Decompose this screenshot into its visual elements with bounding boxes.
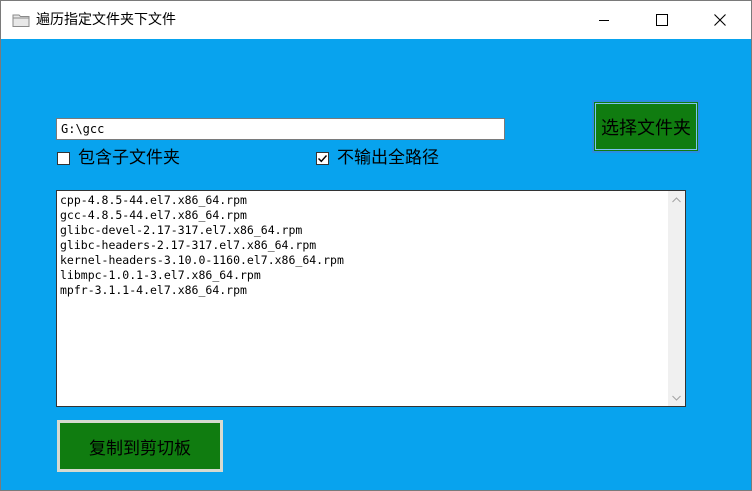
title-bar[interactable]: 遍历指定文件夹下文件 (1, 1, 751, 39)
list-item[interactable]: mpfr-3.1.1-4.el7.x86_64.rpm (60, 283, 660, 298)
checkbox-unchecked[interactable] (57, 151, 70, 165)
list-item[interactable]: glibc-headers-2.17-317.el7.x86_64.rpm (60, 238, 660, 253)
scroll-up-button[interactable] (668, 191, 685, 208)
maximize-button[interactable] (633, 1, 691, 39)
scroll-up-arrow-icon (672, 196, 681, 202)
window-title: 遍历指定文件夹下文件 (36, 12, 176, 28)
vertical-scrollbar[interactable] (668, 191, 685, 406)
scroll-down-button[interactable] (668, 389, 685, 406)
checkmark-icon (318, 154, 328, 162)
app-window: 遍历指定文件夹下文件 包含子文件夹 (0, 0, 752, 491)
maximize-icon (656, 14, 668, 26)
file-list-box[interactable]: cpp-4.8.5-44.el7.x86_64.rpm gcc-4.8.5-44… (56, 190, 686, 407)
include-subfolders-checkbox[interactable]: 包含子文件夹 (57, 148, 180, 168)
folder-path-input[interactable] (56, 118, 505, 140)
close-button[interactable] (691, 1, 749, 39)
minimize-icon (598, 14, 610, 26)
copy-to-clipboard-button[interactable]: 复制到剪切板 (57, 420, 223, 472)
main-panel: 包含子文件夹 不输出全路径 选择文件夹 cpp-4.8.5-44.el7.x86… (1, 39, 751, 490)
scroll-down-arrow-icon (672, 395, 681, 401)
list-item[interactable]: gcc-4.8.5-44.el7.x86_64.rpm (60, 208, 660, 223)
list-item[interactable]: libmpc-1.0.1-3.el7.x86_64.rpm (60, 268, 660, 283)
list-item[interactable]: cpp-4.8.5-44.el7.x86_64.rpm (60, 193, 660, 208)
close-icon (714, 14, 726, 26)
no-full-path-checkbox[interactable]: 不输出全路径 (316, 148, 439, 168)
list-item[interactable]: glibc-devel-2.17-317.el7.x86_64.rpm (60, 223, 660, 238)
list-item[interactable]: kernel-headers-3.10.0-1160.el7.x86_64.rp… (60, 253, 660, 268)
no-full-path-label: 不输出全路径 (337, 148, 439, 168)
file-list[interactable]: cpp-4.8.5-44.el7.x86_64.rpm gcc-4.8.5-44… (60, 193, 660, 298)
minimize-button[interactable] (575, 1, 633, 39)
checkbox-checked[interactable] (316, 151, 329, 165)
include-subfolders-label: 包含子文件夹 (78, 148, 180, 168)
select-folder-button[interactable]: 选择文件夹 (592, 100, 700, 153)
folder-icon (12, 12, 30, 28)
